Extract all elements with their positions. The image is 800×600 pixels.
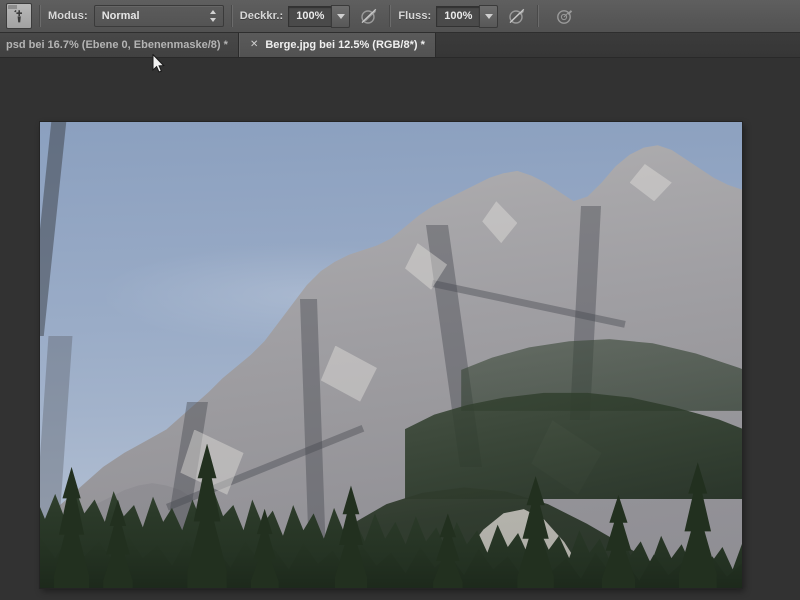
options-separator-2 (230, 5, 233, 27)
close-icon[interactable]: ✕ (250, 40, 258, 50)
photo-berge-jpg (40, 122, 742, 588)
flow-control[interactable]: 100% (436, 4, 499, 28)
options-separator-4 (537, 5, 540, 27)
airbrush-icon (557, 10, 573, 24)
tab-label: Berge.jpg bei 12.5% (RGB/8*) * (265, 39, 425, 51)
opacity-label: Deckkr.: (239, 10, 284, 22)
options-separator-3 (389, 5, 392, 27)
tab-label: psd bei 16.7% (Ebene 0, Ebenenmaske/8) * (6, 39, 228, 51)
opacity-dropdown-arrow[interactable] (331, 4, 351, 28)
airbrush-toggle[interactable] (552, 4, 578, 28)
opacity-input[interactable]: 100% (288, 5, 332, 27)
options-separator-1 (39, 5, 41, 27)
healing-brush-icon (14, 9, 22, 22)
blend-mode-value: Normal (101, 10, 140, 22)
opacity-control[interactable]: 100% (288, 4, 351, 28)
flow-dropdown-arrow[interactable] (479, 4, 499, 28)
document-tab-bar: psd bei 16.7% (Ebene 0, Ebenenmaske/8) *… (0, 33, 800, 58)
tab-berge-jpg[interactable]: ✕ Berge.jpg bei 12.5% (RGB/8*) * (238, 33, 436, 57)
document-window[interactable] (40, 122, 742, 588)
photoshop-window: Modus: Normal Deckkr.: 100% Fluss: 100% … (0, 0, 800, 600)
blend-mode-select[interactable]: Normal (93, 5, 224, 27)
tab-psd-document[interactable]: psd bei 16.7% (Ebene 0, Ebenenmaske/8) * (0, 33, 239, 57)
flow-input[interactable]: 100% (436, 5, 480, 27)
tool-preset-corner (8, 5, 17, 9)
chevron-down-icon (484, 13, 493, 19)
pressure-flow-toggle[interactable] (504, 4, 530, 28)
rock-gully-2 (40, 122, 67, 337)
tool-preset-picker[interactable] (6, 3, 32, 29)
opacity-value: 100% (296, 10, 325, 22)
chevron-down-icon (336, 13, 345, 19)
mode-label: Modus: (48, 10, 88, 22)
updown-arrows-icon (210, 10, 217, 22)
airbrush-pressure-opacity-icon (361, 8, 377, 24)
tool-options-bar: Modus: Normal Deckkr.: 100% Fluss: 100% (0, 0, 800, 33)
canvas-area[interactable] (0, 58, 800, 600)
rock-massif (40, 122, 742, 588)
airbrush-pressure-off-icon (509, 8, 525, 24)
flow-value: 100% (444, 10, 473, 22)
flow-label: Fluss: (398, 10, 432, 22)
pressure-opacity-toggle[interactable] (356, 4, 382, 28)
